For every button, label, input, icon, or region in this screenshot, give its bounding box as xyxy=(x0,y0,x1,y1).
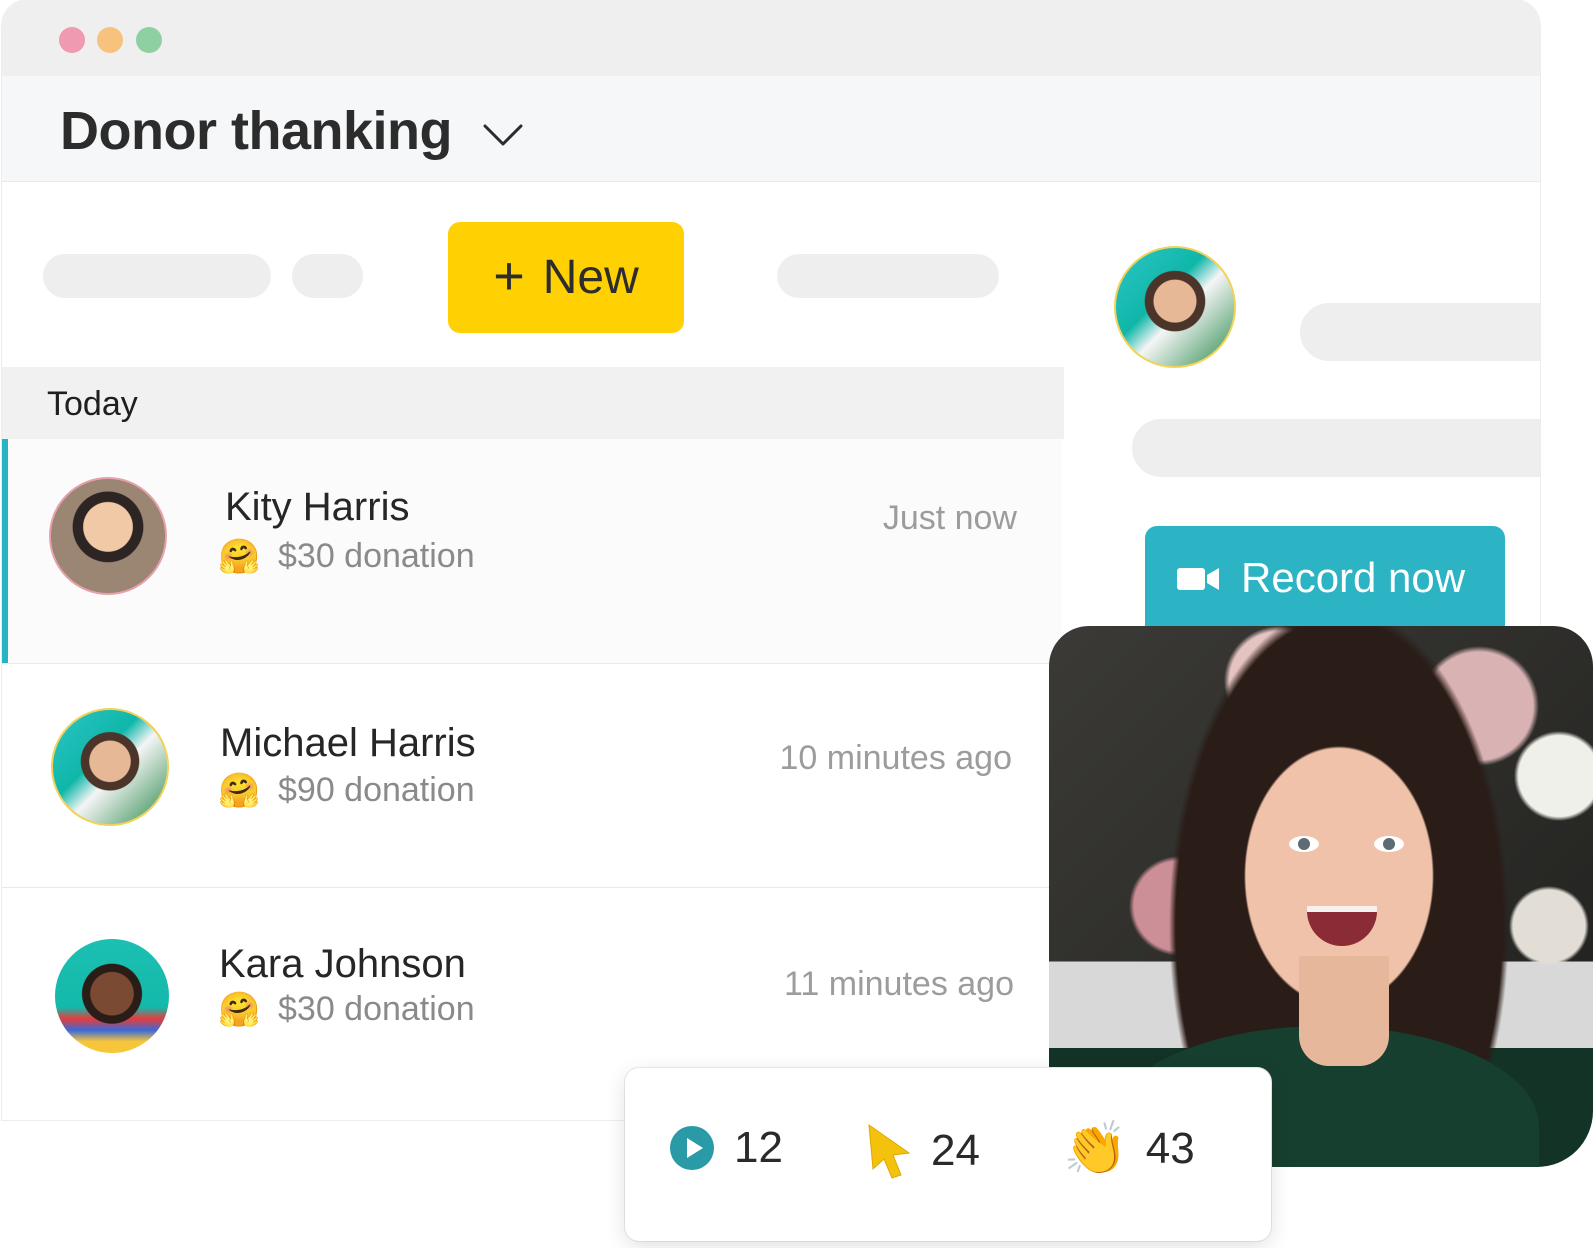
avatar xyxy=(53,937,171,1055)
maximize-window-button[interactable] xyxy=(136,27,162,53)
new-button-label: New xyxy=(542,251,639,304)
record-now-label: Record now xyxy=(1241,554,1466,601)
placeholder-search-pill[interactable] xyxy=(777,254,999,298)
hugging-face-icon: 🤗 xyxy=(218,991,261,1029)
donor-name: Kara Johnson xyxy=(219,942,466,986)
hugging-face-icon: 🤗 xyxy=(218,772,261,810)
donation-time: 10 minutes ago xyxy=(779,739,1013,777)
claps-stat: 👏 43 xyxy=(1063,1123,1195,1175)
plus-icon: + xyxy=(493,245,525,306)
donation-time: 11 minutes ago xyxy=(784,965,1014,1003)
cursor-icon xyxy=(868,1123,911,1179)
record-now-button[interactable]: Record now xyxy=(1145,526,1505,636)
donation-amount: $30 donation xyxy=(278,990,475,1028)
avatar xyxy=(49,477,167,595)
section-header-today: Today xyxy=(2,367,1064,439)
video-subject-eye xyxy=(1374,836,1404,852)
board-header: Donor thanking xyxy=(2,76,1540,182)
clapping-hands-icon: 👏 xyxy=(1063,1120,1128,1178)
video-subject-neck xyxy=(1299,956,1389,1066)
placeholder-text-line xyxy=(1132,419,1540,477)
placeholder-small-pill[interactable] xyxy=(292,254,363,298)
avatar xyxy=(51,708,169,826)
list-item[interactable]: Kity Harris 🤗 $30 donation Just now xyxy=(2,439,1062,664)
video-subject-eye xyxy=(1289,836,1319,852)
donation-time: Just now xyxy=(882,499,1017,537)
board-title[interactable]: Donor thanking xyxy=(60,104,452,158)
hugging-face-icon: 🤗 xyxy=(218,538,261,576)
new-button[interactable]: + New xyxy=(448,222,684,333)
donor-name: Michael Harris xyxy=(220,721,476,765)
donation-amount: $30 donation xyxy=(278,537,475,575)
close-window-button[interactable] xyxy=(59,27,85,53)
section-label: Today xyxy=(47,385,138,423)
chevron-down-icon[interactable] xyxy=(482,120,524,150)
video-camera-icon xyxy=(1177,568,1219,590)
list-toolbar: + New xyxy=(2,182,1064,367)
clicks-stat: 24 xyxy=(865,1123,980,1179)
placeholder-text-line xyxy=(1300,303,1540,361)
views-stat: 12 xyxy=(668,1123,783,1173)
play-icon xyxy=(670,1126,714,1170)
minimize-window-button[interactable] xyxy=(97,27,123,53)
avatar xyxy=(1114,246,1236,368)
title-bar xyxy=(2,0,1540,76)
donation-amount: $90 donation xyxy=(278,771,475,809)
video-stats-card: 12 24 👏 43 xyxy=(625,1068,1271,1241)
clicks-count: 24 xyxy=(931,1126,980,1175)
video-subject-mouth xyxy=(1307,906,1377,946)
placeholder-filter-pill[interactable] xyxy=(43,254,271,298)
list-item[interactable]: Michael Harris 🤗 $90 donation 10 minutes… xyxy=(2,663,1062,888)
views-count: 12 xyxy=(734,1123,783,1172)
claps-count: 43 xyxy=(1145,1124,1195,1173)
donor-name: Kity Harris xyxy=(225,485,410,529)
